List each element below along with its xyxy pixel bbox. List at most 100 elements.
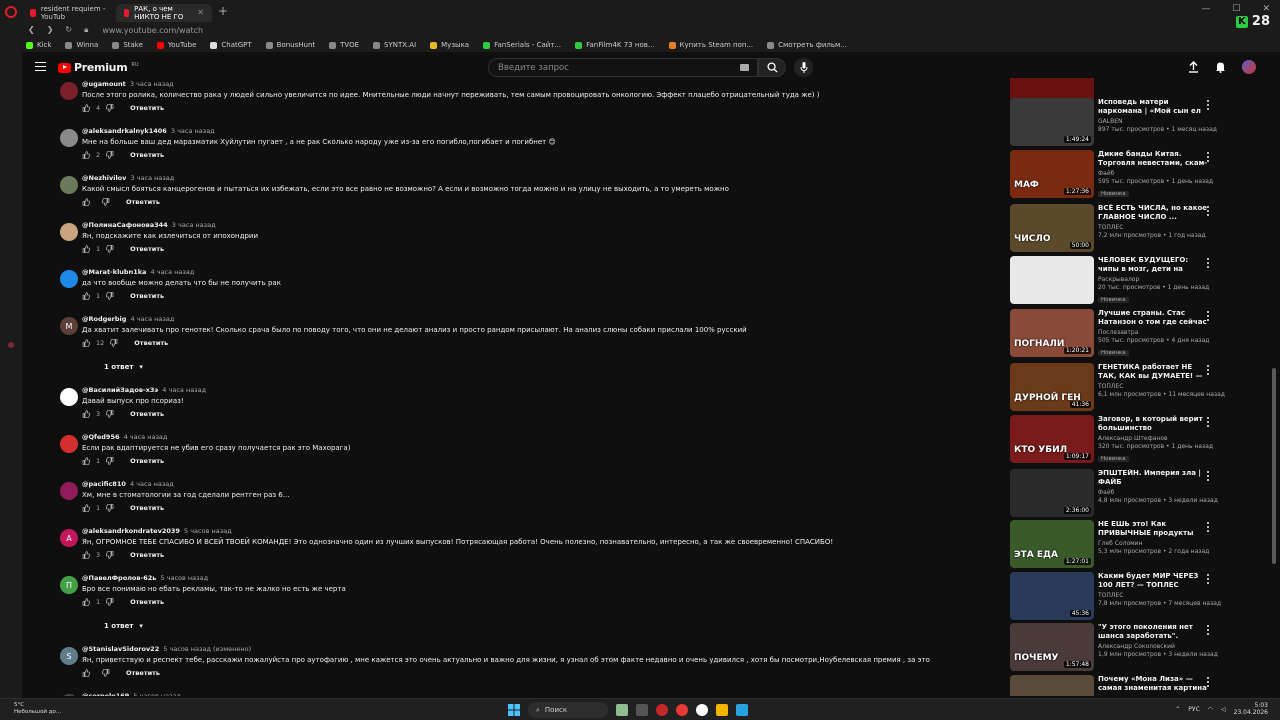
bookmark-item[interactable]: Смотреть фильм... [767,41,847,49]
taskbar-search[interactable]: ⌕ Поиск [528,702,608,718]
comment-time[interactable]: 4 часа назад [162,386,206,394]
chrome-taskbar-icon[interactable] [676,704,688,716]
channel-name[interactable]: Александр Соколовский [1098,643,1208,650]
bookmark-item[interactable]: Купить Steam поп... [668,41,753,49]
comment-time[interactable]: 5 часов назад (изменено) [163,645,251,653]
comment-avatar[interactable] [60,388,78,406]
like-icon[interactable] [82,457,90,465]
comment-time[interactable]: 3 часа назад [171,127,215,135]
telegram-taskbar-icon[interactable] [736,704,748,716]
channel-name[interactable]: ТОПЛЕС [1098,592,1208,599]
video-title[interactable]: Дикие банды Китая. Торговля невестами, с… [1098,150,1208,168]
keyboard-icon[interactable] [740,64,749,71]
video-menu-icon[interactable] [1206,311,1210,321]
maximize-icon[interactable]: ☐ [1232,4,1240,14]
bell-icon[interactable] [1215,61,1226,73]
bookmark-item[interactable]: YouTube [156,41,196,49]
comment-author[interactable]: @aleksandrkondratev2039 [82,527,180,535]
channel-name[interactable]: Послезавтра [1098,329,1208,336]
show-replies-button[interactable]: 1 ответ ▾ [104,622,143,630]
comment-avatar[interactable] [60,435,78,453]
related-video-item[interactable]: 1:49:24 Исповедь матери наркомана | «Мой… [1010,98,1220,146]
related-video-item[interactable]: ПОГНАЛИ 1:20:21 Лучшие страны. Стас Ната… [1010,309,1220,357]
video-thumbnail[interactable]: МАФ 1:27:36 [1010,150,1094,198]
volume-icon[interactable]: ◁ [1221,706,1226,713]
tab-resident-requiem[interactable]: resident requiem - YouTub [22,4,116,22]
video-title[interactable]: Почему «Мона Лиза» — самая знаменитая ка… [1098,675,1208,693]
comment-author[interactable]: @Qfed956 [82,433,119,441]
bookmark-item[interactable]: Winna [65,41,98,49]
widget-icon[interactable] [616,704,628,716]
video-thumbnail[interactable]: 1:49:24 [1010,98,1094,146]
comment-time[interactable]: 3 часа назад [130,174,174,182]
comment-avatar[interactable] [60,82,78,100]
related-video-item[interactable]: ЧИСЛО 50:00 ВСЁ ЕСТЬ ЧИСЛА, но какое ГЛА… [1010,204,1220,252]
comment-time[interactable]: 3 часа назад [130,80,174,88]
show-replies-button[interactable]: 1 ответ ▾ [104,363,143,371]
new-tab-button[interactable]: + [218,4,228,18]
reply-button[interactable]: Ответить [130,292,164,300]
comment-author[interactable]: @ВасилийЗадов-х3э [82,386,158,394]
video-menu-icon[interactable] [1206,522,1210,532]
video-thumbnail[interactable]: ПОГНАЛИ 1:20:21 [1010,309,1094,357]
video-menu-icon[interactable] [1206,677,1210,687]
like-icon[interactable] [82,151,90,159]
forward-icon[interactable]: ❯ [47,25,54,35]
url-field[interactable]: www.youtube.com/watch [102,26,203,35]
dislike-icon[interactable] [106,598,114,606]
comment-avatar[interactable]: M [60,317,78,335]
lock-icon[interactable]: 🔒︎ [84,25,88,35]
dislike-icon[interactable] [106,245,114,253]
video-title[interactable]: Лучшие страны. Стас Натанзон о том где с… [1098,309,1208,327]
tab-current-video[interactable]: РАК, о чем НИКТО НЕ ГО ✕ [116,3,212,22]
video-menu-icon[interactable] [1206,471,1210,481]
video-title[interactable]: ГЕНЕТИКА работает НЕ ТАК, КАК вы ДУМАЕТЕ… [1098,363,1208,381]
video-thumbnail[interactable] [1010,675,1094,696]
tray-arrow-icon[interactable]: ⌃ [1175,706,1180,713]
wifi-icon[interactable]: ◠ [1208,706,1213,713]
related-video-item[interactable]: 45:36 Каким будет МИР ЧЕРЕЗ 100 ЛЕТ? — Т… [1010,572,1221,620]
comment-avatar[interactable]: П [60,576,78,594]
related-video-item[interactable]: ДУРНОЙ ГЕН 41:36 ГЕНЕТИКА работает НЕ ТА… [1010,363,1225,411]
reply-button[interactable]: Ответить [130,598,164,606]
reply-button[interactable]: Ответить [134,339,168,347]
video-title[interactable]: Исповедь матери наркомана | «Мой сын ел … [1098,98,1208,116]
comment-author[interactable]: @ПавелФролов-62ь [82,574,156,582]
comment-time[interactable]: 4 часа назад [131,315,175,323]
channel-name[interactable]: Раскрывалор [1098,276,1208,283]
search-input[interactable]: Введите запрос [488,58,758,77]
related-video-item[interactable]: Почему «Мона Лиза» — самая знаменитая ка… [1010,675,1220,696]
comment-author[interactable]: @ugamount [82,80,126,88]
video-thumbnail[interactable] [1010,256,1094,304]
dislike-icon[interactable] [110,339,118,347]
sidebar-dot-icon[interactable] [8,342,14,348]
comment-author[interactable]: @pacific810 [82,480,126,488]
minimize-icon[interactable]: — [1201,4,1210,14]
bookmark-item[interactable]: ChatGPT [210,41,252,49]
related-video-item[interactable]: ЧЕЛОВЕК БУДУЩЕГО: чипы в мозг, дети на з… [1010,256,1220,304]
bookmark-item[interactable]: Kick [26,41,51,49]
task-view-icon[interactable] [636,704,648,716]
dislike-icon[interactable] [102,198,110,206]
reply-button[interactable]: Ответить [130,410,164,418]
bookmark-item[interactable]: Музыка [430,41,469,49]
like-icon[interactable] [82,245,90,253]
reply-button[interactable]: Ответить [130,551,164,559]
bookmark-item[interactable]: FanFilm4K 73 нов... [575,41,655,49]
dislike-icon[interactable] [106,504,114,512]
comment-avatar[interactable] [60,176,78,194]
video-menu-icon[interactable] [1206,152,1210,162]
like-icon[interactable] [82,669,90,677]
search-button[interactable] [758,58,786,77]
video-title[interactable]: ЧЕЛОВЕК БУДУЩЕГО: чипы в мозг, дети на з… [1098,256,1208,274]
clock[interactable]: 5:03 23.04.2026 [1234,702,1268,716]
channel-name[interactable]: Глеб Соломин [1098,540,1208,547]
comment-author[interactable]: @aleksandrkalnyk1406 [82,127,167,135]
page-scrollbar[interactable] [1272,368,1276,564]
dislike-icon[interactable] [106,551,114,559]
related-video-item[interactable]: 2:36:00 ЭПШТЕЙН. Империя зла | ФАЙБ Файб… [1010,469,1220,517]
like-icon[interactable] [82,292,90,300]
video-menu-icon[interactable] [1206,258,1210,268]
dislike-icon[interactable] [106,151,114,159]
comment-author[interactable]: @Marat-klubn1ka [82,268,146,276]
